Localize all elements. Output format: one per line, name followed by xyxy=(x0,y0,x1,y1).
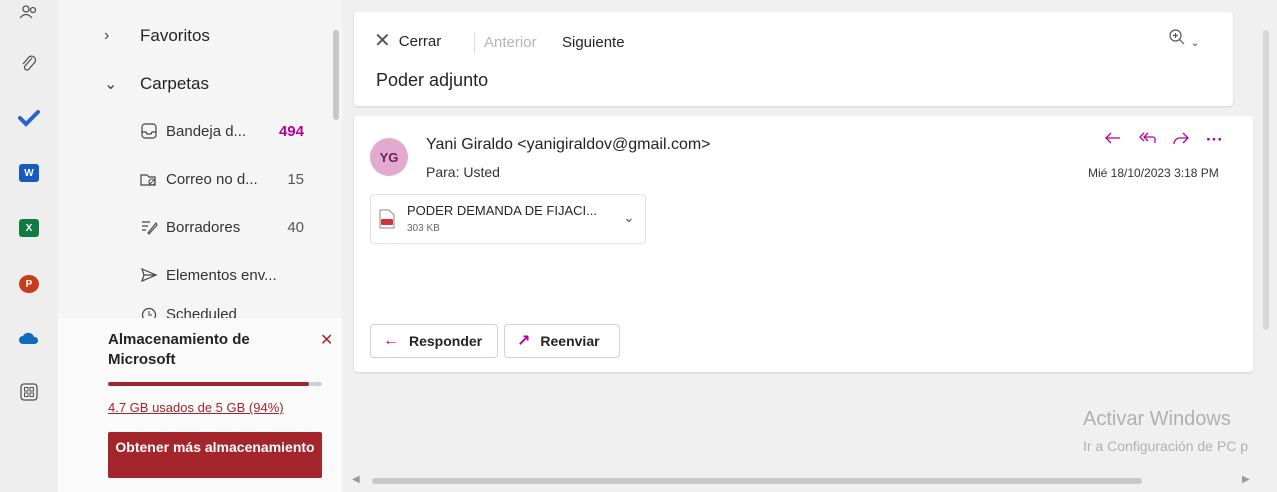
folder-label: Bandeja d... xyxy=(166,122,247,140)
folder-label: Elementos env... xyxy=(166,266,277,284)
zoom-in-icon xyxy=(1168,29,1190,50)
storage-panel: Almacenamiento de Microsoft ✕ 4.7 GB usa… xyxy=(58,318,342,492)
folder-label: Scheduled xyxy=(166,306,237,318)
folder-pane: › Favoritos ⌄ Carpetas Bandeja d... 494 … xyxy=(58,0,342,492)
storage-progress-fill xyxy=(108,382,310,386)
apps-grid-icon[interactable] xyxy=(17,380,41,404)
close-icon[interactable]: ✕ xyxy=(320,330,333,350)
more-options-icon[interactable]: ··· xyxy=(1206,130,1223,150)
onedrive-icon[interactable] xyxy=(17,326,41,350)
reply-icon[interactable] xyxy=(1104,130,1122,150)
attachment-size: 303 KB xyxy=(407,223,440,234)
forward-icon[interactable] xyxy=(1172,130,1190,150)
message-subject: Poder adjunto xyxy=(376,70,489,90)
folders-group[interactable]: ⌄ Carpetas xyxy=(104,74,209,94)
scroll-right-icon[interactable]: ▶ xyxy=(1242,474,1250,485)
reply-all-icon[interactable] xyxy=(1138,130,1156,150)
junk-icon xyxy=(138,170,160,188)
item-count: 15 xyxy=(287,170,304,188)
storage-usage-link[interactable]: 4.7 GB usados de 5 GB (94%) xyxy=(108,400,284,415)
reply-button[interactable]: ← Responder xyxy=(370,324,498,358)
folder-scheduled[interactable]: Scheduled xyxy=(138,306,298,318)
close-label: Cerrar xyxy=(398,32,442,50)
favorites-group[interactable]: › Favoritos xyxy=(104,26,210,46)
app-rail: W X P xyxy=(0,0,58,492)
close-button[interactable]: ✕ Cerrar xyxy=(374,30,442,52)
zoom-button[interactable]: ⌄ xyxy=(1168,28,1200,51)
chevron-down-icon: ⌄ xyxy=(1190,37,1200,49)
folder-label: Correo no d... xyxy=(166,170,258,188)
horizontal-scrollbar[interactable] xyxy=(372,478,1142,484)
storage-title: Almacenamiento de Microsoft xyxy=(108,331,250,368)
item-count: 40 xyxy=(287,218,304,236)
sent-icon xyxy=(138,266,160,284)
recipient: Para: Usted xyxy=(426,164,500,180)
avatar[interactable]: YG xyxy=(370,138,408,176)
forward-label: Reenviar xyxy=(540,333,600,349)
previous-button[interactable]: Anterior xyxy=(484,34,537,51)
chevron-down-icon: ⌄ xyxy=(104,76,118,93)
message-date: Mié 18/10/2023 3:18 PM xyxy=(1088,166,1219,180)
folder-drafts[interactable]: Borradores 40 xyxy=(138,218,304,236)
message-card: YG Yani Giraldo <yanigiraldov@gmail.com>… xyxy=(354,116,1253,372)
divider xyxy=(474,32,475,54)
clock-icon xyxy=(138,306,160,318)
folder-junk[interactable]: Correo no d... 15 xyxy=(138,170,304,188)
unread-count: 494 xyxy=(278,122,304,140)
reply-label: Responder xyxy=(409,333,483,349)
excel-icon[interactable]: X xyxy=(17,216,41,240)
attachment-name: PODER DEMANDA DE FIJACI... xyxy=(407,203,597,218)
chevron-down-icon[interactable]: ⌄ xyxy=(623,209,635,226)
activation-watermark-text: Ir a Configuración de PC p xyxy=(1083,438,1248,454)
people-icon[interactable] xyxy=(17,0,41,24)
folder-label: Borradores xyxy=(166,218,241,236)
forward-button[interactable]: ↗ Reenviar xyxy=(504,324,620,358)
folders-label: Carpetas xyxy=(140,74,209,93)
drafts-icon xyxy=(138,218,160,236)
folder-scrollbar[interactable] xyxy=(333,30,339,120)
reading-header-card: ✕ Cerrar Anterior Siguiente ⌄ Poder adju… xyxy=(354,12,1233,106)
message-actions: ··· xyxy=(1104,130,1223,150)
reading-pane: ✕ Cerrar Anterior Siguiente ⌄ Poder adju… xyxy=(342,0,1277,492)
storage-progress xyxy=(108,382,322,386)
sender[interactable]: Yani Giraldo <yanigiraldov@gmail.com> xyxy=(426,136,711,154)
folder-inbox[interactable]: Bandeja d... 494 xyxy=(138,122,304,140)
reply-icon: ← xyxy=(383,332,399,349)
todo-icon[interactable] xyxy=(17,106,41,130)
close-icon: ✕ xyxy=(374,30,391,52)
next-button[interactable]: Siguiente xyxy=(562,34,625,51)
paperclip-icon[interactable] xyxy=(17,52,41,76)
word-icon[interactable]: W xyxy=(17,161,41,185)
get-more-storage-button[interactable]: Obtener más almacenamiento xyxy=(108,432,322,478)
favorites-label: Favoritos xyxy=(140,26,210,45)
folder-sent[interactable]: Elementos env... xyxy=(138,266,298,284)
activation-watermark-title: Activar Windows xyxy=(1083,408,1231,430)
inbox-icon xyxy=(138,122,160,140)
forward-icon: ↗ xyxy=(517,333,531,350)
scroll-left-icon[interactable]: ◀ xyxy=(352,474,360,485)
reading-scrollbar[interactable] xyxy=(1263,30,1269,330)
chevron-right-icon: › xyxy=(104,27,110,44)
attachment-card[interactable]: PODER DEMANDA DE FIJACI... 303 KB ⌄ xyxy=(370,194,646,244)
pdf-file-icon xyxy=(379,209,395,229)
powerpoint-icon[interactable]: P xyxy=(17,272,41,296)
